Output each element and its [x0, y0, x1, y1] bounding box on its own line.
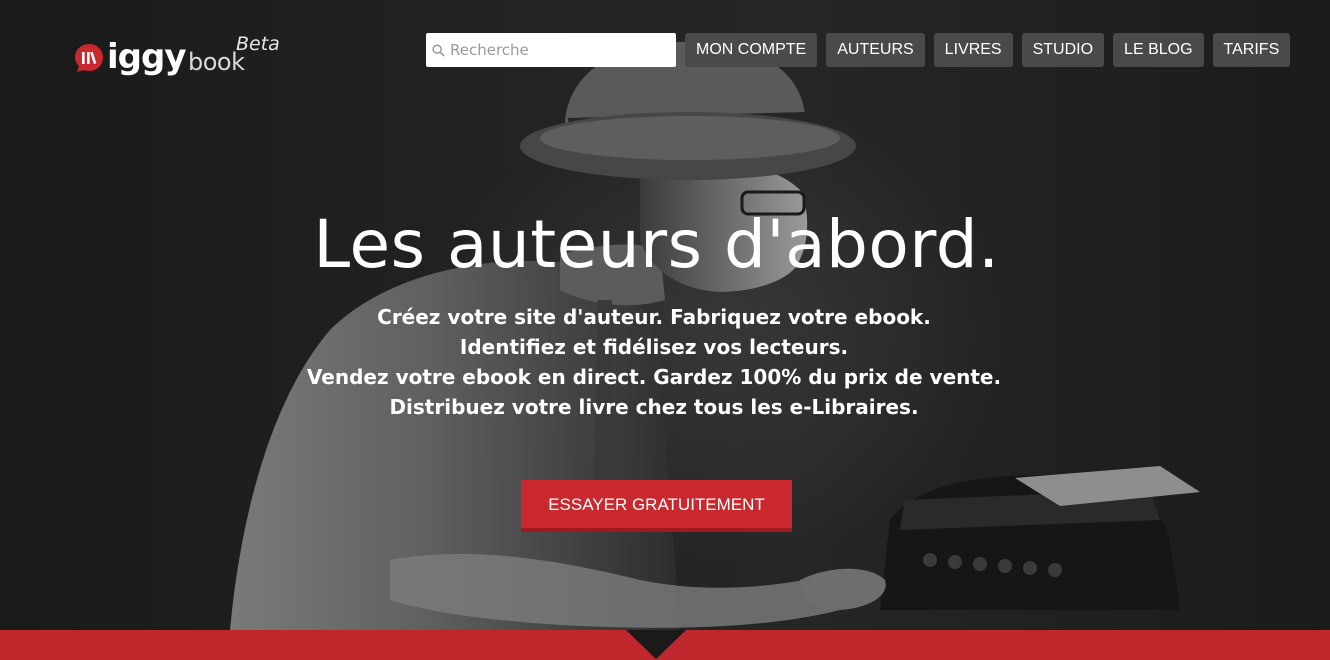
try-free-button[interactable]: ESSAYER GRATUITEMENT: [521, 480, 792, 532]
brand-wordmark: iggy: [107, 37, 186, 77]
nav-item-livres[interactable]: LIVRES: [933, 33, 1013, 67]
hero-subtext-line: Créez votre site d'auteur. Fabriquez vot…: [377, 305, 931, 329]
nav-item-studio[interactable]: STUDIO: [1021, 33, 1105, 67]
hero-headline: Les auteurs d'abord.: [313, 206, 1000, 283]
main-nav: MON COMPTE AUTEURS LIVRES STUDIO LE BLOG…: [685, 33, 1291, 67]
nav-item-tarifs[interactable]: TARIFS: [1212, 33, 1291, 67]
nav-item-auteurs[interactable]: AUTEURS: [826, 33, 925, 67]
hero-section: iggy book Beta MON COMPTE AUTEURS LIVRES…: [0, 0, 1330, 630]
speech-bubble-logo-icon: [75, 44, 103, 72]
hero-subtext: Créez votre site d'auteur. Fabriquez vot…: [0, 302, 1308, 422]
search-icon: [432, 44, 445, 57]
nav-item-le-blog[interactable]: LE BLOG: [1113, 33, 1204, 67]
chevron-down-icon[interactable]: [626, 630, 686, 660]
beta-badge: Beta: [236, 33, 280, 55]
hero-subtext-line: Vendez votre ebook en direct. Gardez 100…: [306, 365, 1002, 389]
hero-subtext-line: Identifiez et fidélisez vos lecteurs.: [459, 335, 849, 359]
brand-logo[interactable]: iggy book Beta: [74, 33, 294, 84]
nav-item-mon-compte[interactable]: MON COMPTE: [685, 33, 818, 67]
hero-subtext-line: Distribuez votre livre chez tous les e-L…: [389, 395, 919, 419]
search-box: [426, 33, 676, 67]
search-input[interactable]: [450, 33, 670, 67]
